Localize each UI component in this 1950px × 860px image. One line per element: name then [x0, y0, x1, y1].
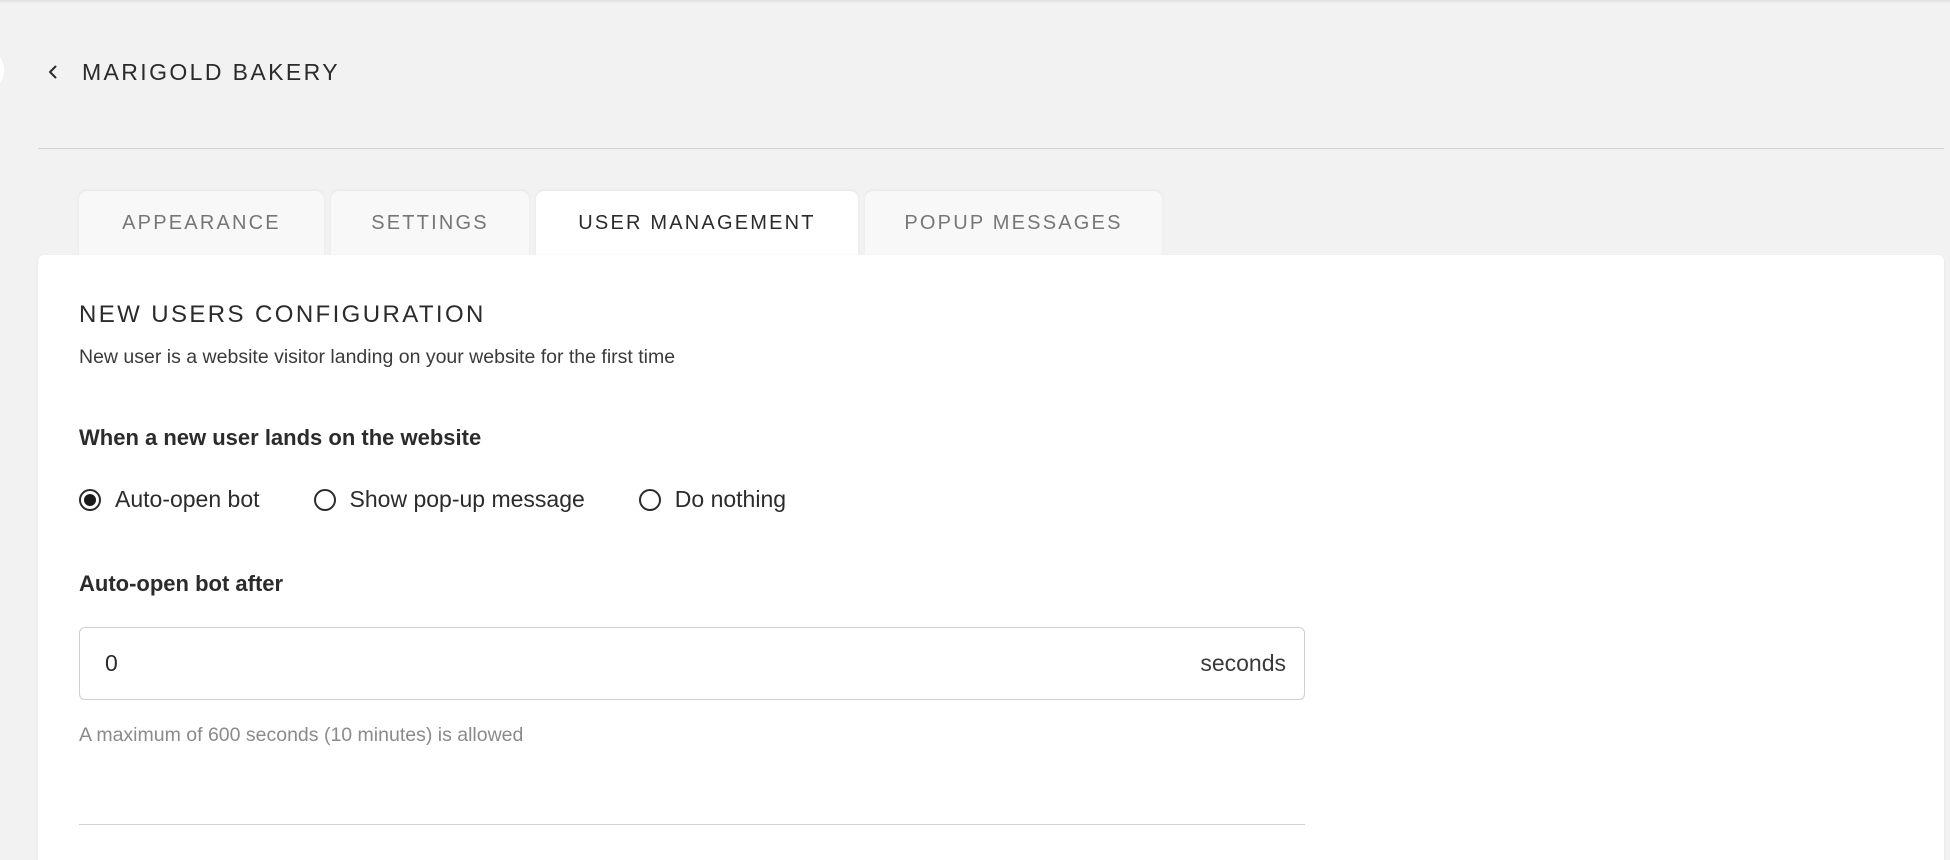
radio-do-nothing[interactable]: Do nothing [638, 486, 787, 513]
tab-bar: APPEARANCE SETTINGS USER MANAGEMENT POPU… [79, 191, 1162, 255]
delay-hint: A maximum of 600 seconds (10 minutes) is… [79, 724, 524, 746]
sidebar-edge-toggle[interactable] [0, 55, 4, 85]
page-title: MARIGOLD BAKERY [82, 58, 340, 85]
radio-label: Do nothing [674, 486, 787, 512]
header-divider [38, 148, 1944, 149]
section-description: New user is a website visitor landing on… [79, 346, 676, 368]
radio-unselected-icon[interactable] [638, 488, 661, 511]
radio-unselected-icon[interactable] [313, 488, 336, 511]
section-divider [79, 824, 1305, 825]
radio-label: Auto-open bot [115, 486, 260, 512]
auto-open-delay-field: seconds [79, 627, 1305, 700]
tab-popup-messages[interactable]: POPUP MESSAGES [865, 191, 1162, 255]
auto-open-delay-input[interactable] [80, 627, 1201, 700]
radio-label: Show pop-up message [349, 486, 585, 512]
auto-open-delay-label: Auto-open bot after [79, 571, 284, 596]
header: MARIGOLD BAKERY [38, 48, 340, 96]
radio-selected-icon[interactable] [79, 488, 101, 511]
content-panel: NEW USERS CONFIGURATION New user is a we… [38, 255, 1944, 860]
radio-dot [84, 493, 96, 506]
top-shadow [0, 0, 1950, 4]
tab-settings[interactable]: SETTINGS [331, 191, 529, 255]
section-title: NEW USERS CONFIGURATION [79, 301, 486, 328]
landing-behavior-radio-group: Auto-open bot Show pop-up message Do not… [79, 486, 840, 513]
radio-show-popup-message[interactable]: Show pop-up message [313, 486, 585, 513]
seconds-suffix: seconds [1200, 650, 1286, 676]
tab-appearance[interactable]: APPEARANCE [79, 191, 324, 255]
chevron-left-icon[interactable] [38, 57, 68, 87]
tab-user-management[interactable]: USER MANAGEMENT [536, 191, 858, 255]
landing-behavior-label: When a new user lands on the website [79, 425, 482, 450]
page: MARIGOLD BAKERY APPEARANCE SETTINGS USER… [0, 0, 1950, 860]
radio-auto-open-bot[interactable]: Auto-open bot [79, 486, 260, 513]
